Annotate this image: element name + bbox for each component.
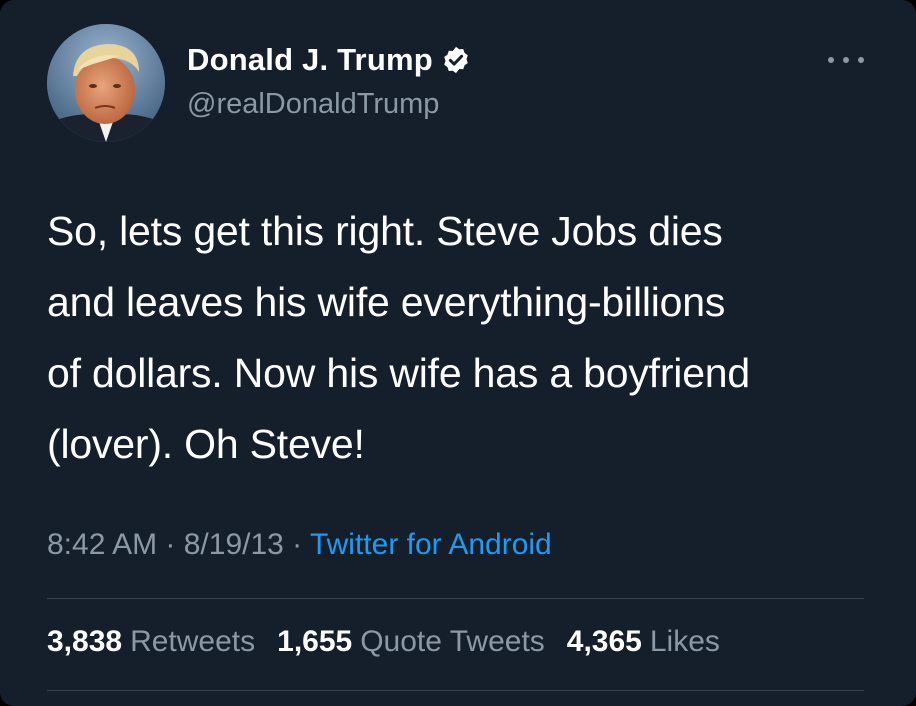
more-options-icon[interactable]	[828, 48, 864, 72]
retweets-label: Retweets	[130, 625, 256, 658]
tweet-meta: 8:42 AM · 8/19/13 · Twitter for Android	[47, 528, 552, 562]
divider	[47, 598, 864, 599]
display-name[interactable]: Donald J. Trump	[187, 42, 433, 78]
more-dot	[858, 57, 864, 63]
verified-badge-icon	[441, 45, 471, 75]
more-dot	[843, 57, 849, 63]
quote-tweets-label: Quote Tweets	[360, 625, 545, 658]
tweet-time[interactable]: 8:42 AM	[47, 528, 157, 561]
engagement-stats: 3,838 Retweets 1,655 Quote Tweets 4,365 Lik…	[47, 625, 720, 659]
divider	[47, 690, 864, 691]
meta-separator: ·	[283, 528, 310, 561]
likes-label: Likes	[649, 625, 720, 658]
tweet-source-link[interactable]: Twitter for Android	[310, 528, 552, 561]
tweet-date[interactable]: 8/19/13	[184, 528, 284, 561]
user-handle[interactable]: @realDonaldTrump	[187, 88, 439, 121]
meta-separator: ·	[157, 528, 184, 561]
author-name-row[interactable]: Donald J. Trump	[187, 42, 471, 78]
quote-tweets-count: 1,655	[277, 625, 353, 658]
quote-tweets-stat[interactable]: 1,655 Quote Tweets	[277, 625, 545, 659]
retweets-stat[interactable]: 3,838 Retweets	[47, 625, 255, 659]
profile-avatar[interactable]	[47, 24, 165, 142]
avatar-image	[47, 24, 165, 142]
likes-count: 4,365	[566, 625, 642, 658]
likes-stat[interactable]: 4,365 Likes	[567, 625, 720, 659]
tweet-card: Donald J. Trump @realDonaldTrump So, let…	[0, 0, 916, 706]
retweets-count: 3,838	[47, 625, 123, 658]
more-dot	[828, 57, 834, 63]
tweet-text: So, lets get this right. Steve Jobs dies…	[47, 208, 751, 467]
